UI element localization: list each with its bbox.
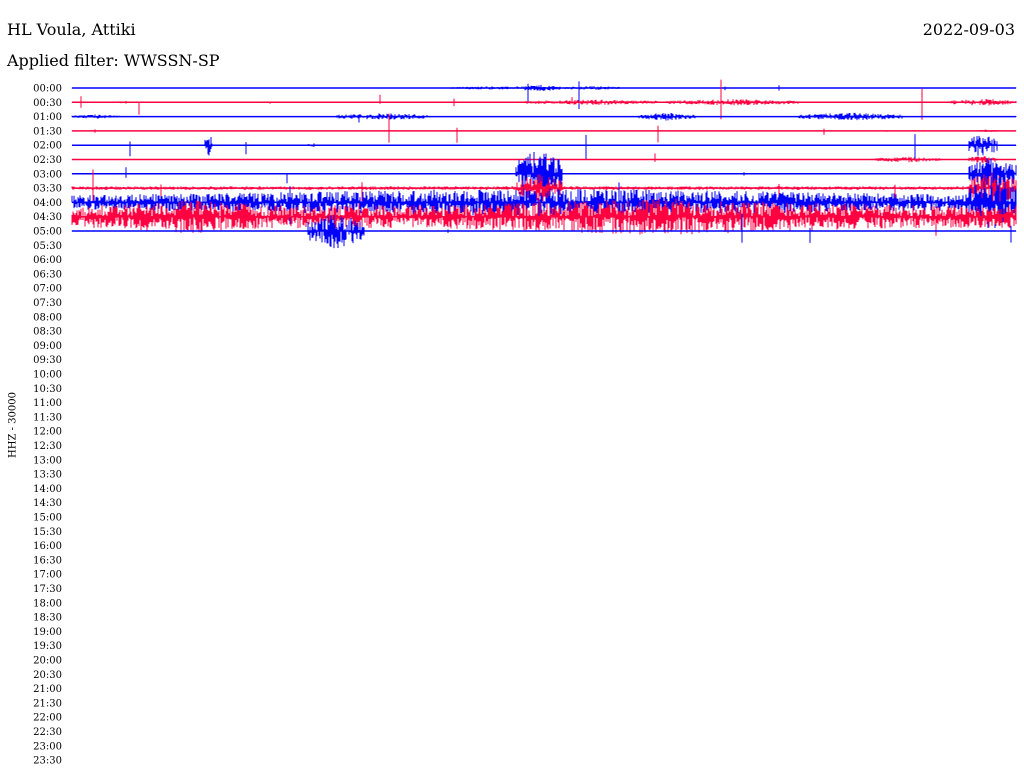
trace-row-0030: [71, 79, 1017, 120]
time-tick-label: 18:30: [33, 613, 62, 624]
time-tick-label: 08:00: [33, 312, 62, 323]
trace-row-0100: [71, 112, 1017, 123]
time-tick-label: 00:30: [33, 98, 62, 109]
time-tick-label: 16:00: [33, 541, 62, 552]
time-tick-label: 15:00: [33, 513, 62, 524]
time-tick-label: 02:30: [33, 155, 62, 166]
time-tick-label: 14:00: [33, 484, 62, 495]
time-tick-label: 03:00: [33, 169, 62, 180]
time-tick-label: 04:00: [33, 198, 62, 209]
time-tick-label: 05:00: [33, 227, 62, 238]
time-tick-label: 02:00: [33, 141, 62, 152]
time-tick-label: 10:00: [33, 370, 62, 381]
time-tick-label: 09:30: [33, 355, 62, 366]
time-tick-label: 17:00: [33, 570, 62, 581]
trace-row-0000: [71, 81, 1017, 109]
time-tick-label: 20:30: [33, 670, 62, 681]
time-tick-label: 09:00: [33, 341, 62, 352]
time-tick-label: 07:00: [33, 284, 62, 295]
time-tick-label: 08:30: [33, 327, 62, 338]
helicorder-plot: 00:00 00:30 01:00 01:30 02:00 02:30 03:00 03:30…: [33, 79, 1017, 767]
time-tick-label: 22:00: [33, 713, 62, 724]
time-tick-label: 20:00: [33, 656, 62, 667]
time-tick-label: 17:30: [33, 584, 62, 595]
trace-layer: [71, 79, 1017, 249]
time-tick-label: 22:30: [33, 727, 62, 738]
time-tick-label: 01:30: [33, 126, 62, 137]
time-tick-label: 15:30: [33, 527, 62, 538]
time-tick-label: 19:00: [33, 627, 62, 638]
time-tick-label: 12:30: [33, 441, 62, 452]
time-tick-label: 10:30: [33, 384, 62, 395]
time-tick-label: 12:00: [33, 427, 62, 438]
time-tick-label: 13:30: [33, 470, 62, 481]
time-tick-label: 07:30: [33, 298, 62, 309]
time-tick-label: 05:30: [33, 241, 62, 252]
time-tick-label: 03:30: [33, 184, 62, 195]
time-tick-label: 21:00: [33, 684, 62, 695]
time-tick-label: 18:00: [33, 598, 62, 609]
time-tick-label: 04:30: [33, 212, 62, 223]
time-tick-label: 13:00: [33, 455, 62, 466]
time-tick-label: 23:00: [33, 741, 62, 752]
time-tick-label: 06:00: [33, 255, 62, 266]
time-tick-label: 00:00: [33, 84, 62, 95]
time-tick-label: 21:30: [33, 698, 62, 709]
time-tick-label: 16:30: [33, 555, 62, 566]
time-tick-label: 19:30: [33, 641, 62, 652]
time-tick-label: 11:00: [33, 398, 62, 409]
time-tick-label: 06:30: [33, 269, 62, 280]
time-tick-label: 14:30: [33, 498, 62, 509]
time-tick-layer: 00:00 00:30 01:00 01:30 02:00 02:30 03:00 03:30…: [33, 84, 62, 767]
time-tick-label: 11:30: [33, 412, 62, 423]
time-tick-label: 01:00: [33, 112, 62, 123]
time-tick-label: 23:30: [33, 756, 62, 767]
